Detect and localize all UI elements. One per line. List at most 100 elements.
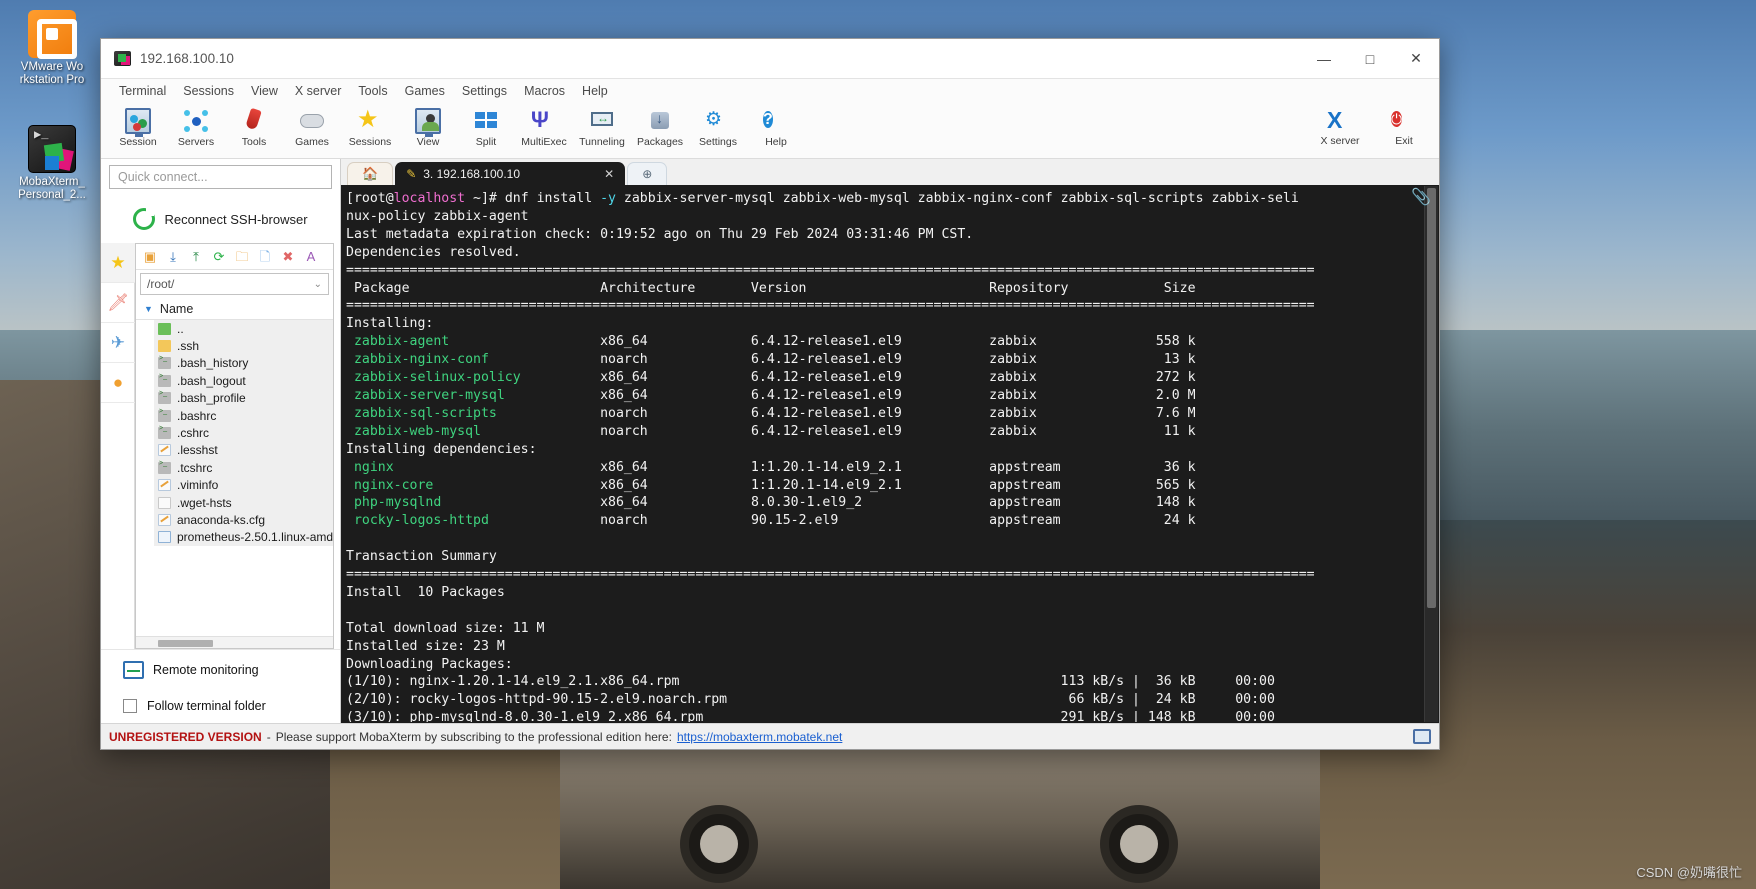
sessions-rocket-icon: ✈ (110, 332, 126, 352)
upload-icon[interactable]: ⤒ (188, 249, 204, 265)
toolbar-help[interactable]: ? Help (747, 106, 805, 148)
toolbar-multiexec[interactable]: Ψ MultiExec (515, 106, 573, 149)
menu-tools[interactable]: Tools (350, 81, 395, 101)
toolbar-label: Help (765, 136, 787, 148)
quick-connect-input[interactable]: Quick connect... (109, 165, 332, 189)
status-message: Please support MobaXterm by subscribing … (275, 729, 672, 744)
close-icon[interactable]: ✕ (586, 167, 614, 181)
shell-file-icon (158, 460, 171, 474)
text-file-icon (158, 444, 171, 457)
sidebar-tab-sessions[interactable]: ✈ (101, 323, 135, 363)
list-item[interactable]: prometheus-2.50.1.linux-amd64 (154, 528, 333, 547)
macros-circle-icon: ● (112, 372, 124, 392)
toolbar-right-group: X X server ⏻ Exit (1311, 105, 1433, 147)
new-tab-button[interactable]: ⊕ (627, 162, 668, 185)
menu-terminal[interactable]: Terminal (111, 81, 174, 101)
reconnect-ssh-browser-button[interactable]: Reconnect SSH-browser (101, 195, 340, 243)
chevron-down-icon[interactable]: ⌄ (314, 279, 322, 290)
list-item[interactable]: .wget-hsts (154, 493, 333, 512)
toolbar-exit[interactable]: ⏻ Exit (1375, 105, 1433, 147)
list-item[interactable]: .viminfo (154, 476, 333, 494)
attachment-clip-icon[interactable]: 📎 (1411, 187, 1431, 207)
status-dash: - (266, 729, 271, 744)
sidebar-tab-favorites[interactable]: ★ (101, 243, 135, 283)
list-item[interactable]: .cshrc (154, 424, 333, 442)
toolbar-servers[interactable]: Servers (167, 106, 225, 148)
refresh-icon[interactable]: ⟳ (211, 249, 227, 265)
toolbar-tools[interactable]: Tools (225, 106, 283, 148)
menu-settings[interactable]: Settings (454, 81, 515, 101)
follow-terminal-folder-row[interactable]: Follow terminal folder (101, 689, 340, 723)
binary-file-icon (158, 531, 171, 544)
toolbar-x-server[interactable]: X X server (1311, 105, 1369, 147)
screen-icon[interactable] (1413, 729, 1431, 744)
list-item[interactable]: .tcshrc (154, 459, 333, 477)
terminal-text: [root@localhost ~]# dnf install -y zabbi… (346, 191, 1315, 723)
new-folder-icon[interactable]: 🗀 (234, 249, 250, 265)
packages-icon (647, 108, 673, 134)
app-icon (114, 51, 131, 66)
tab-home[interactable]: 🏠 (347, 162, 394, 185)
view-icon (415, 108, 441, 137)
toolbar-games[interactable]: Games (283, 106, 341, 148)
text-edit-icon[interactable]: A (303, 249, 319, 265)
list-item[interactable]: .bashrc (154, 406, 333, 425)
toolbar-settings[interactable]: ⚙ Settings (689, 106, 747, 148)
desktop-icon-mobaxterm[interactable]: MobaXterm_ Personal_2... (6, 125, 98, 202)
list-item[interactable]: .bash_logout (154, 372, 333, 390)
remote-monitoring-button[interactable]: Remote monitoring (101, 649, 340, 689)
file-list-hscrollbar[interactable] (136, 636, 333, 648)
terminal-output[interactable]: [root@localhost ~]# dnf install -y zabbi… (341, 185, 1439, 723)
path-bar[interactable]: /root/ ⌄ (140, 273, 329, 295)
terminal-scrollbar[interactable] (1424, 186, 1438, 722)
window-title: 192.168.100.10 (140, 51, 234, 66)
list-item[interactable]: .bash_history (154, 354, 333, 373)
menu-sessions[interactable]: Sessions (175, 81, 242, 101)
list-item[interactable]: anaconda-ks.cfg (154, 511, 333, 529)
toolbar-tunneling[interactable]: Tunneling (573, 106, 631, 148)
new-file-icon[interactable]: 🗋 (257, 249, 273, 265)
toolbar-label: Tools (241, 136, 267, 148)
toolbar-label: MultiExec (521, 136, 567, 148)
menu-games[interactable]: Games (397, 81, 453, 101)
list-item[interactable]: .. (154, 320, 333, 338)
menu-view[interactable]: View (243, 81, 286, 101)
tab-session-3[interactable]: ✎ 3. 192.168.100.10 ✕ (395, 162, 626, 185)
maximize-button[interactable]: □ (1347, 39, 1393, 78)
toolbar-view[interactable]: View (399, 106, 457, 148)
list-item[interactable]: .lesshst (154, 441, 333, 460)
toolbar-split[interactable]: Split (457, 106, 515, 148)
list-item[interactable]: .ssh (154, 337, 333, 355)
list-item[interactable]: .bash_profile (154, 389, 333, 407)
sidebar: Quick connect... Reconnect SSH-browser ★… (101, 159, 341, 723)
tunneling-icon (589, 108, 615, 134)
desktop-icon-vmware[interactable]: VMware Wo rkstation Pro (6, 10, 98, 87)
toolbar-packages[interactable]: Packages (631, 106, 689, 148)
delete-icon[interactable]: ✖ (280, 249, 296, 265)
desktop-icon-label: MobaXterm_ (19, 176, 85, 188)
file-column-header[interactable]: ▼ Name (136, 298, 333, 320)
follow-terminal-folder-checkbox[interactable] (123, 699, 137, 713)
close-button[interactable]: ✕ (1393, 39, 1439, 78)
menu-x-server[interactable]: X server (287, 81, 350, 101)
file-name: .viminfo (177, 478, 219, 493)
download-icon[interactable]: ⤓ (165, 249, 181, 265)
menu-macros[interactable]: Macros (516, 81, 573, 101)
toolbar-label: Sessions (348, 136, 392, 148)
minimize-button[interactable]: — (1301, 39, 1347, 78)
sidebar-tab-macros[interactable]: ● (101, 363, 135, 403)
subscribe-link[interactable]: https://mobaxterm.mobatek.net (677, 730, 842, 744)
toolbar-session[interactable]: Session (109, 106, 167, 148)
toolbar-sessions[interactable]: ★ Sessions (341, 106, 399, 149)
file-list[interactable]: .. .ssh .bash_history .bash_logout .bash… (136, 320, 333, 636)
sidebar-tab-tools[interactable]: 🗡 (101, 283, 135, 323)
shell-file-icon (158, 425, 171, 440)
toolbar-label: Games (295, 136, 329, 148)
watermark: CSDN @奶嘴很忙 (1636, 865, 1742, 880)
favorites-star-icon: ★ (110, 252, 126, 272)
exit-power-icon: ⏻ (1391, 111, 1403, 127)
tab-strip: 🏠 ✎ 3. 192.168.100.10 ✕ ⊕ (341, 159, 1439, 185)
shell-file-icon (158, 373, 171, 387)
upload-folder-icon[interactable]: ▣ (142, 249, 158, 265)
menu-help[interactable]: Help (574, 81, 616, 101)
